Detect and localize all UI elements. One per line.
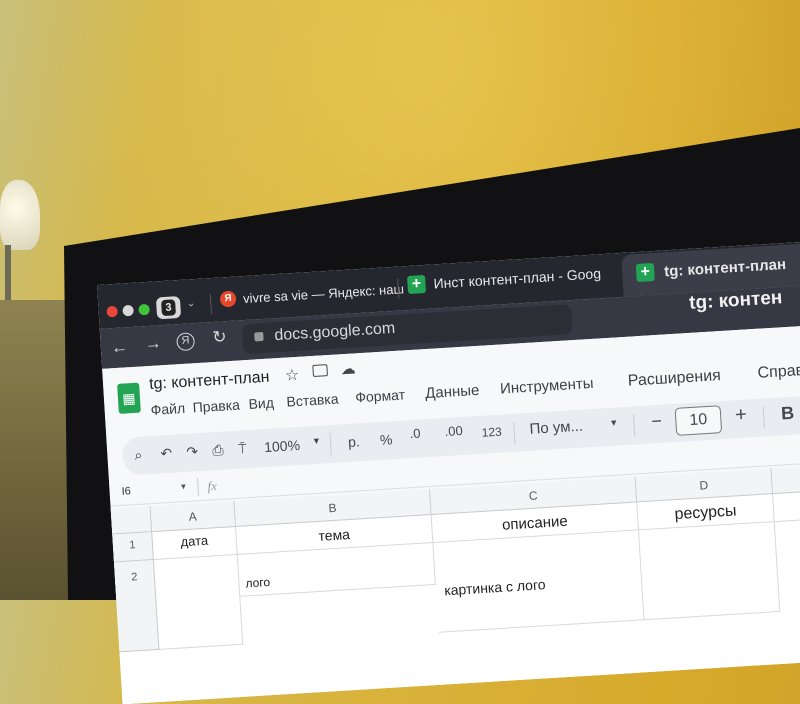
tab-label: vivre sa vie — Яндекс: наш	[242, 280, 405, 306]
menu-view[interactable]: Вид	[248, 394, 274, 412]
chevron-down-icon[interactable]: ⌄	[186, 296, 196, 310]
back-button[interactable]: ←	[110, 337, 128, 358]
select-all-corner[interactable]	[110, 506, 153, 535]
minimize-window-button[interactable]	[122, 304, 134, 317]
menu-tools[interactable]: Инструменты	[500, 375, 594, 398]
menu-data[interactable]: Данные	[425, 382, 480, 402]
url-text: docs.google.com	[273, 319, 396, 345]
name-box[interactable]: I6	[121, 485, 131, 498]
percent-format-button[interactable]: %	[380, 431, 393, 448]
chevron-down-icon[interactable]: ▼	[609, 417, 619, 428]
star-icon[interactable]: ☆	[284, 365, 300, 386]
row-header-2[interactable]: 2	[113, 560, 160, 653]
paint-format-icon[interactable]: ⍑	[238, 440, 247, 457]
chevron-down-icon[interactable]: ▼	[312, 436, 322, 447]
row-header-1[interactable]: 1	[112, 532, 154, 563]
menu-edit[interactable]: Правка	[192, 397, 240, 416]
redo-icon[interactable]: ↷	[186, 443, 199, 461]
divider	[329, 433, 332, 456]
menu-help[interactable]: Справ	[757, 362, 800, 383]
tab-label: Инст контент-план - Goog	[433, 265, 602, 292]
print-icon[interactable]: ⎙	[212, 442, 224, 460]
menu-format[interactable]: Формат	[355, 386, 406, 405]
move-folder-icon[interactable]	[312, 364, 328, 377]
forward-button[interactable]: →	[144, 333, 162, 354]
menu-extensions[interactable]: Расширения	[627, 367, 721, 391]
divider	[762, 406, 766, 429]
divider	[196, 478, 200, 497]
yandex-button[interactable]: Я	[176, 332, 196, 352]
cell-d2[interactable]	[638, 522, 781, 621]
google-sheets-app: ▦ tg: контент-план ☆ ☁ Файл Правка Вид В…	[102, 322, 800, 704]
lamp	[0, 180, 40, 250]
font-size-input[interactable]: 10	[674, 405, 723, 436]
yandex-icon: Я	[219, 290, 237, 308]
decrease-font-size-button[interactable]: −	[651, 411, 663, 433]
undo-icon[interactable]: ↶	[160, 445, 173, 463]
tab-label: tg: контент-план	[663, 255, 787, 280]
close-window-button[interactable]	[106, 305, 118, 318]
laptop-screen: 3 ⌄ Я vivre sa vie — Яндекс: наш + Инст …	[97, 238, 800, 704]
sheets-logo-icon[interactable]: ▦	[117, 382, 141, 414]
menu-insert[interactable]: Вставка	[286, 390, 339, 409]
zoom-select[interactable]: 100%	[264, 437, 301, 455]
divider	[632, 414, 636, 437]
currency-format-button[interactable]: р.	[348, 433, 361, 450]
lamp-stem	[5, 245, 11, 305]
cloud-icon[interactable]: ☁	[340, 359, 356, 378]
more-formats-button[interactable]: 123	[481, 425, 502, 440]
cell-e1[interactable]	[773, 488, 800, 523]
tab-vivre[interactable]: Я vivre sa vie — Яндекс: наш	[219, 280, 405, 308]
tab-count-button[interactable]: 3	[155, 295, 182, 320]
cell-c2[interactable]: картинка с лого	[433, 530, 645, 633]
tab-inst[interactable]: + Инст контент-план - Goog	[407, 264, 602, 295]
search-icon[interactable]: ⌕	[134, 447, 143, 464]
google-sheets-icon: +	[635, 262, 655, 283]
reload-button[interactable]: ↻	[212, 327, 227, 348]
divider	[209, 294, 212, 315]
fx-icon: fx	[207, 478, 218, 494]
decrease-decimal-button[interactable]: .0	[409, 426, 421, 442]
menu-file[interactable]: Файл	[150, 400, 185, 418]
google-sheets-icon: +	[407, 274, 427, 295]
bold-button[interactable]: B	[781, 403, 795, 425]
maximize-window-button[interactable]	[138, 303, 150, 316]
divider	[513, 421, 516, 444]
chevron-down-icon[interactable]: ▼	[179, 482, 187, 491]
window-title: tg: контен	[688, 287, 783, 314]
document-title[interactable]: tg: контент-план	[149, 369, 270, 394]
increase-decimal-button[interactable]: .00	[444, 423, 463, 439]
increase-font-size-button[interactable]: +	[734, 404, 747, 428]
column-header-e[interactable]	[771, 462, 800, 495]
cell-a2[interactable]	[153, 554, 244, 650]
tab-count: 3	[161, 299, 176, 317]
lock-icon	[254, 331, 264, 342]
font-select[interactable]: По ум...	[529, 418, 583, 438]
